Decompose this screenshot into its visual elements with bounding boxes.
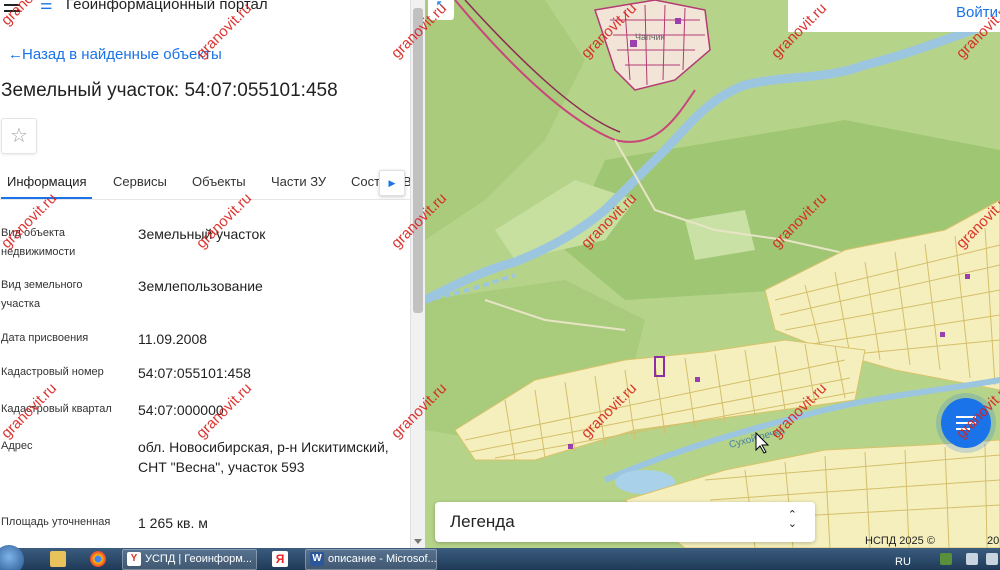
tab-parts[interactable]: Части ЗУ: [271, 174, 326, 189]
taskbar-item-portal[interactable]: Y УСПД | Геоинформ...: [122, 549, 257, 570]
map-scale-label: 20: [987, 535, 1000, 547]
language-indicator[interactable]: RU: [895, 556, 911, 568]
tab-services[interactable]: Сервисы: [113, 174, 167, 189]
star-icon: ☆: [10, 125, 28, 147]
tab-info[interactable]: Информация: [7, 174, 87, 189]
property-value: обл. Новосибирская, р-н Искитимский, СНТ…: [138, 439, 389, 475]
network-icon[interactable]: [986, 553, 998, 565]
taskbar-item-label: УСПД | Геоинформ...: [145, 553, 252, 565]
map-view[interactable]: Чапчик Сухой речка ↖ Войти Легенда ⌃ ⌄ Н…: [425, 0, 1000, 548]
tab-bar: Информация Сервисы Объекты Части ЗУ Сост…: [0, 166, 410, 200]
page-title: Земельный участок: 54:07:055101:458: [1, 80, 338, 101]
property-value: Земельный участок: [138, 226, 266, 242]
header-bar: ☰ Геоинформационный портал: [0, 0, 410, 16]
property-label: Вид земельного участка: [1, 279, 83, 310]
arrow-left-icon: ←: [8, 46, 23, 63]
chevron-right-icon: ▶: [388, 178, 396, 188]
property-value: 54:07:000000: [138, 402, 224, 418]
property-label: Дата присвоения: [1, 332, 89, 344]
scrollbar-thumb[interactable]: [413, 8, 423, 313]
yandex-icon[interactable]: Я: [272, 551, 288, 567]
legend-title: Легенда: [450, 512, 515, 531]
map-canvas[interactable]: Чапчик Сухой речка: [425, 0, 1000, 548]
yandex-browser-icon: Y: [127, 552, 141, 566]
info-panel: ☰ Геоинформационный портал ←Назад в найд…: [0, 0, 410, 548]
back-link-label: Назад в найденные объекты: [22, 46, 222, 63]
scroll-down-arrow-icon[interactable]: [414, 539, 422, 544]
property-label: Кадастровый номер: [1, 366, 104, 378]
legend-panel[interactable]: Легенда ⌃ ⌄: [435, 502, 815, 542]
taskbar-item-word[interactable]: Wописание - Microsof...: [305, 549, 437, 570]
property-label: Площадь уточненная: [1, 516, 111, 528]
tray-app-icon[interactable]: [940, 553, 952, 565]
property-value: 1 265 кв. м: [138, 515, 208, 531]
property-label: Адрес: [1, 440, 33, 452]
property-value: Землепользование: [138, 278, 263, 294]
portal-logo-icon: ☰: [40, 0, 53, 12]
village-label: Чапчик: [635, 32, 665, 42]
map-copyright: НСПД 2025 ©: [865, 535, 935, 547]
property-value: 54:07:055101:458: [138, 365, 251, 381]
volume-icon[interactable]: [966, 553, 978, 565]
taskbar-item-label: описание - Microsof...: [328, 553, 437, 565]
panel-scrollbar[interactable]: [410, 0, 425, 548]
favorite-star-button[interactable]: ☆: [1, 118, 37, 154]
word-icon: W: [310, 552, 324, 566]
chevron-up-down-icon[interactable]: ⌃ ⌄: [788, 510, 797, 530]
file-explorer-icon[interactable]: [50, 551, 66, 567]
property-value: 11.09.2008: [138, 331, 208, 347]
start-button[interactable]: [0, 545, 24, 570]
tab-objects[interactable]: Объекты: [192, 174, 246, 189]
chrome-icon[interactable]: [90, 551, 106, 567]
tabs-next-button[interactable]: ▶: [379, 170, 405, 196]
os-taskbar: Y УСПД | Геоинформ... Я Wописание - Micro…: [0, 545, 1000, 570]
tab-state[interactable]: Сост: [351, 174, 380, 189]
back-link[interactable]: ←Назад в найденные объекты: [8, 46, 222, 63]
